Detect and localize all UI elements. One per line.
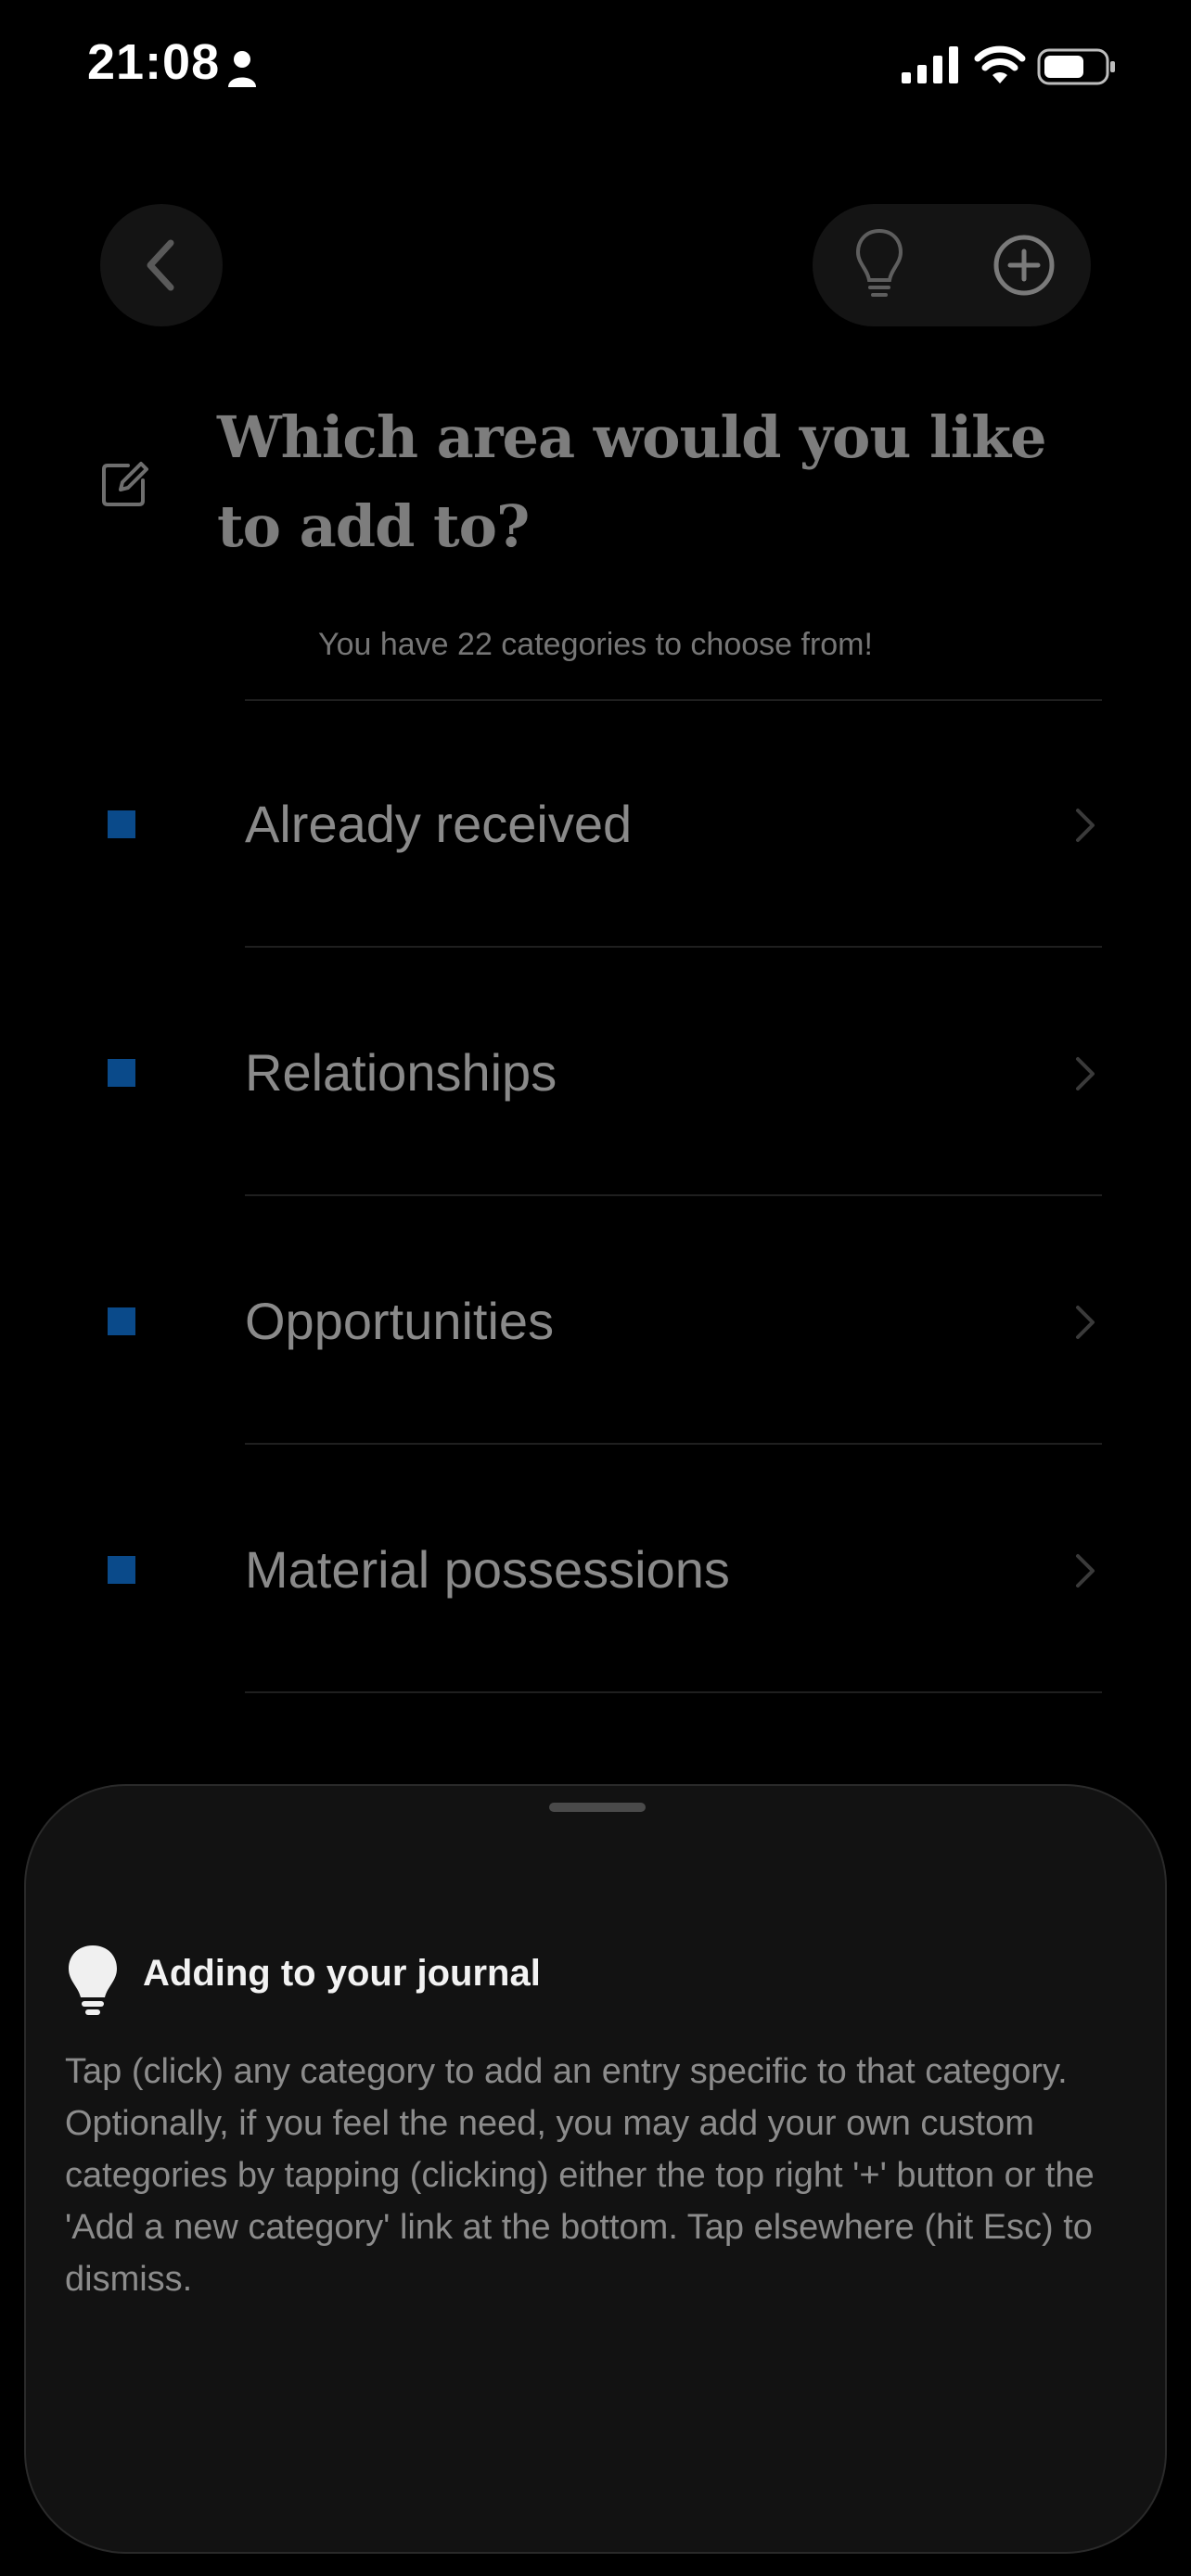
cellular-signal-icon	[902, 46, 958, 83]
edit-icon	[102, 462, 148, 506]
tips-bottom-sheet[interactable]: Adding to your journal Tap (click) any c…	[24, 1784, 1167, 2554]
divider	[245, 946, 1102, 948]
category-label: Material possessions	[245, 1540, 730, 1599]
divider	[245, 1691, 1102, 1693]
categories-count-subtitle: You have 22 categories to choose from!	[318, 627, 873, 662]
battery-icon	[1037, 48, 1115, 85]
lightbulb-icon	[855, 228, 903, 297]
category-row-relationships[interactable]: Relationships	[0, 950, 1191, 1196]
wifi-icon	[974, 45, 1026, 83]
sheet-body-text: Tap (click) any category to add an entry…	[65, 2052, 1095, 2299]
status-time: 21:08	[87, 34, 221, 90]
sheet-drag-handle[interactable]	[549, 1803, 646, 1812]
category-row-material-possessions[interactable]: Material possessions	[0, 1447, 1191, 1693]
category-row-opportunities[interactable]: Opportunities	[0, 1198, 1191, 1445]
category-color-square	[108, 1556, 135, 1584]
lightbulb-icon	[69, 1945, 117, 2015]
category-row-already-received[interactable]: Already received	[0, 701, 1191, 948]
category-label: Already received	[245, 795, 633, 853]
tips-button[interactable]	[835, 221, 924, 310]
sheet-title: Adding to your journal	[143, 1953, 541, 1994]
add-category-button[interactable]	[980, 221, 1069, 310]
category-color-square	[108, 810, 135, 838]
category-label: Relationships	[245, 1043, 557, 1102]
chevron-right-icon	[1076, 1057, 1095, 1090]
category-color-square	[108, 1307, 135, 1335]
category-color-square	[108, 1059, 135, 1087]
divider	[245, 1194, 1102, 1196]
header-actions	[813, 204, 1091, 326]
chevron-right-icon	[1076, 1554, 1095, 1588]
chevron-right-icon	[1076, 1306, 1095, 1339]
chevron-right-icon	[1076, 809, 1095, 842]
status-bar: 21:08	[0, 0, 1191, 139]
divider	[245, 1443, 1102, 1445]
plus-circle-icon	[993, 235, 1055, 296]
category-label: Opportunities	[245, 1292, 555, 1350]
back-button[interactable]	[100, 204, 223, 326]
person-icon	[228, 51, 256, 87]
page-title: Which area would you like to add to?	[217, 403, 1047, 560]
chevron-left-icon	[147, 239, 174, 291]
